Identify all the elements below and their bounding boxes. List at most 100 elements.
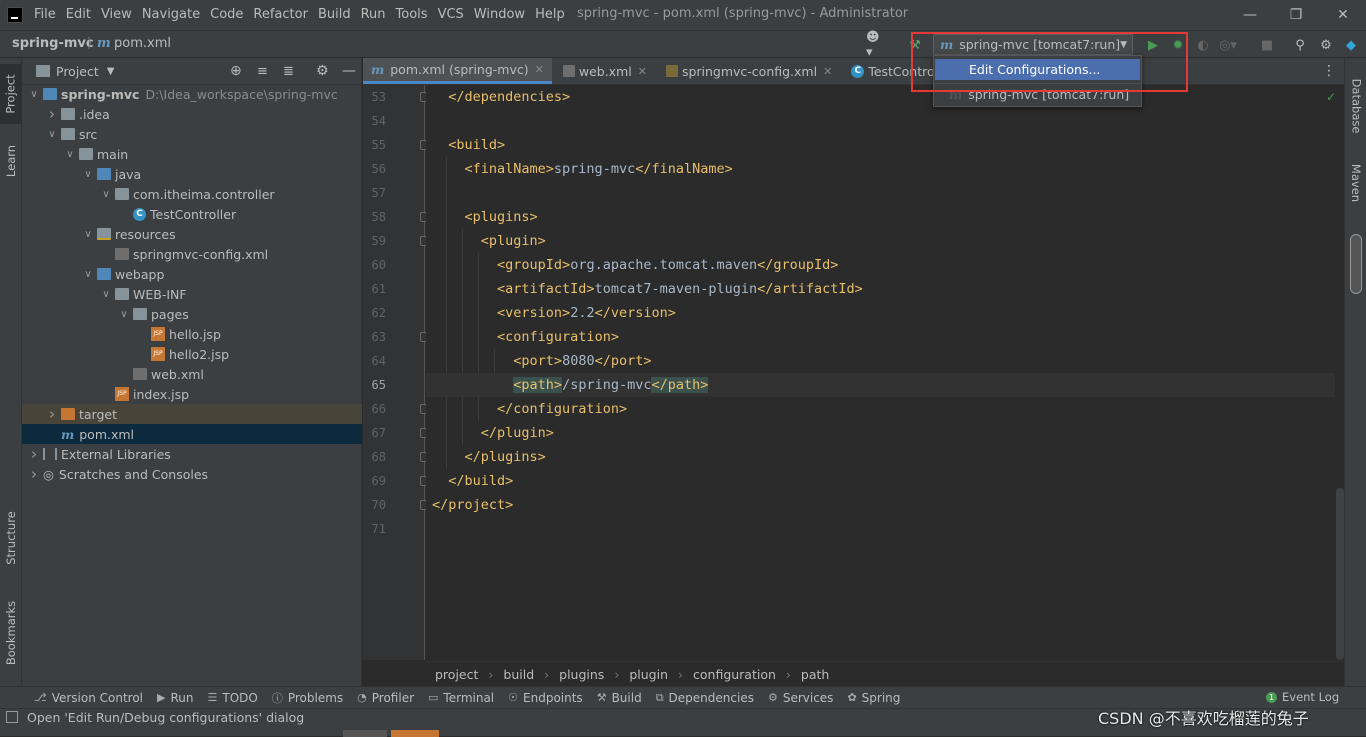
jetbrains-toolbox-icon[interactable]: ◆ bbox=[1341, 35, 1361, 55]
tab-database[interactable]: Database bbox=[1345, 68, 1366, 143]
tree-scratches[interactable]: › ◎ Scratches and Consoles bbox=[22, 464, 362, 484]
breadcrumb-build[interactable]: build bbox=[503, 667, 534, 682]
tool-tab-endpoints[interactable]: ☉ Endpoints bbox=[508, 691, 583, 705]
chevron-down-icon[interactable]: ∨ bbox=[100, 289, 112, 300]
tree-external-libraries[interactable]: › External Libraries bbox=[22, 444, 362, 464]
chevron-down-icon[interactable]: ∨ bbox=[82, 269, 94, 280]
tree-hello2-jsp[interactable]: JSP hello2.jsp bbox=[22, 344, 362, 364]
tab-springmvc-config[interactable]: springmvc-config.xml ✕ bbox=[655, 58, 840, 84]
gear-icon[interactable]: ⚙ bbox=[1316, 35, 1336, 55]
tree-springmvc-config[interactable]: springmvc-config.xml bbox=[22, 244, 362, 264]
tree-pages[interactable]: ∨ pages bbox=[22, 304, 362, 324]
nav-file[interactable]: pom.xml bbox=[114, 31, 171, 57]
more-tabs-icon[interactable]: ⋮ bbox=[1314, 58, 1344, 84]
tool-tab-profiler[interactable]: ◔ Profiler bbox=[357, 691, 414, 705]
tab-project[interactable]: Project bbox=[0, 64, 22, 124]
tree-web-inf[interactable]: ∨ WEB-INF bbox=[22, 284, 362, 304]
chevron-right-icon[interactable]: › bbox=[28, 445, 40, 463]
nav-project[interactable]: spring-mvc bbox=[12, 31, 94, 57]
close-button[interactable]: ✕ bbox=[1320, 0, 1366, 30]
tool-tab-run[interactable]: ▶ Run bbox=[157, 691, 193, 705]
search-icon[interactable]: ⚲ bbox=[1290, 35, 1310, 55]
menu-build[interactable]: Build bbox=[313, 0, 356, 30]
breadcrumb-plugin[interactable]: plugin bbox=[629, 667, 668, 682]
tool-tab-todo[interactable]: ☰ TODO bbox=[208, 691, 258, 705]
tree-web-xml[interactable]: web.xml bbox=[22, 364, 362, 384]
editor-scrollbar[interactable] bbox=[1336, 488, 1344, 660]
tree-index-jsp[interactable]: JSP index.jsp bbox=[22, 384, 362, 404]
chevron-down-icon[interactable]: ∨ bbox=[82, 229, 94, 240]
tree-package[interactable]: ∨ com.itheima.controller bbox=[22, 184, 362, 204]
menu-help[interactable]: Help bbox=[530, 0, 570, 30]
user-icon[interactable]: ☻▾ bbox=[866, 30, 886, 60]
project-panel-title[interactable]: Project bbox=[56, 64, 99, 79]
chevron-down-icon[interactable]: ∨ bbox=[100, 189, 112, 200]
tree-target[interactable]: › target bbox=[22, 404, 362, 424]
tool-tab-dependencies[interactable]: ⧉ Dependencies bbox=[656, 691, 754, 705]
chevron-down-icon[interactable]: ∨ bbox=[46, 129, 58, 140]
tab-bookmarks[interactable]: Bookmarks bbox=[0, 590, 22, 675]
menu-window[interactable]: Window bbox=[469, 0, 530, 30]
chevron-right-icon[interactable]: › bbox=[46, 105, 58, 123]
menu-view[interactable]: View bbox=[96, 0, 137, 30]
chevron-right-icon[interactable]: › bbox=[28, 465, 40, 483]
menu-navigate[interactable]: Navigate bbox=[137, 0, 205, 30]
inspection-ok-icon[interactable]: ✓ bbox=[1326, 90, 1336, 104]
expand-all-icon[interactable]: ≡ bbox=[257, 64, 268, 79]
tree-main[interactable]: ∨ main bbox=[22, 144, 362, 164]
toggle-tool-windows-icon[interactable] bbox=[6, 711, 18, 723]
hide-panel-icon[interactable]: — bbox=[342, 63, 356, 79]
close-icon[interactable]: ✕ bbox=[823, 65, 832, 78]
tree-pom-xml[interactable]: m pom.xml bbox=[22, 424, 362, 444]
breadcrumb-configuration[interactable]: configuration bbox=[693, 667, 776, 682]
tree-idea[interactable]: › .idea bbox=[22, 104, 362, 124]
close-icon[interactable]: ✕ bbox=[638, 65, 647, 78]
profile-icon[interactable]: ◐ bbox=[1193, 35, 1213, 55]
tree-hello-jsp[interactable]: JSP hello.jsp bbox=[22, 324, 362, 344]
maximize-button[interactable]: ❐ bbox=[1273, 0, 1319, 30]
tree-testcontroller[interactable]: C TestController bbox=[22, 204, 362, 224]
code-editor[interactable]: </dependencies> <build> <finalName>sprin… bbox=[426, 85, 1335, 660]
chevron-down-icon[interactable]: ∨ bbox=[82, 169, 94, 180]
tree-root-spring-mvc[interactable]: ∨ spring-mvc D:\Idea_workspace\spring-mvc bbox=[22, 84, 362, 104]
tool-tab-terminal[interactable]: ▭ Terminal bbox=[428, 691, 494, 705]
tab-web-xml[interactable]: web.xml ✕ bbox=[552, 58, 655, 84]
event-log-button[interactable]: 1 Event Log bbox=[1266, 690, 1339, 704]
chevron-down-icon[interactable]: ∨ bbox=[28, 89, 40, 100]
tab-learn[interactable]: Learn bbox=[0, 136, 22, 186]
tree-webapp[interactable]: ∨ webapp bbox=[22, 264, 362, 284]
tool-tab-problems[interactable]: ⓘ Problems bbox=[272, 690, 343, 706]
tool-tab-build[interactable]: ⚒ Build bbox=[597, 691, 642, 705]
chevron-down-icon[interactable]: ∨ bbox=[118, 309, 130, 320]
tool-tab-version-control[interactable]: ⎇ Version Control bbox=[34, 691, 143, 705]
tab-structure[interactable]: Structure bbox=[0, 498, 22, 578]
tab-pom-xml[interactable]: m pom.xml (spring-mvc) ✕ bbox=[363, 58, 552, 84]
coverage-icon[interactable]: ◎▾ bbox=[1218, 35, 1238, 55]
menu-tools[interactable]: Tools bbox=[391, 0, 433, 30]
tab-maven[interactable]: Maven bbox=[1345, 153, 1366, 213]
scroll-indicator[interactable] bbox=[1350, 234, 1362, 294]
breadcrumb-project[interactable]: project bbox=[435, 667, 478, 682]
chevron-down-icon[interactable]: ▼ bbox=[107, 66, 115, 77]
tool-tab-spring[interactable]: ✿ Spring bbox=[847, 691, 900, 705]
menu-code[interactable]: Code bbox=[205, 0, 248, 30]
menu-run[interactable]: Run bbox=[356, 0, 391, 30]
gear-icon[interactable]: ⚙ bbox=[316, 63, 329, 79]
menu-vcs[interactable]: VCS bbox=[433, 0, 469, 30]
chevron-right-icon[interactable]: › bbox=[46, 405, 58, 423]
tool-tab-services[interactable]: ⚙ Services bbox=[768, 691, 833, 705]
collapse-all-icon[interactable]: ≣ bbox=[283, 64, 294, 79]
menu-file[interactable]: File bbox=[28, 0, 61, 30]
chevron-down-icon[interactable]: ∨ bbox=[64, 149, 76, 160]
menu-refactor[interactable]: Refactor bbox=[248, 0, 313, 30]
stop-icon[interactable]: ■ bbox=[1257, 35, 1277, 55]
close-icon[interactable]: ✕ bbox=[535, 63, 544, 76]
breadcrumb-plugins[interactable]: plugins bbox=[559, 667, 604, 682]
tree-src[interactable]: ∨ src bbox=[22, 124, 362, 144]
menu-edit[interactable]: Edit bbox=[61, 0, 96, 30]
locate-icon[interactable]: ⊕ bbox=[230, 63, 242, 79]
tree-java[interactable]: ∨ java bbox=[22, 164, 362, 184]
tree-resources[interactable]: ∨ resources bbox=[22, 224, 362, 244]
minimize-button[interactable]: — bbox=[1227, 0, 1273, 30]
breadcrumb-path[interactable]: path bbox=[801, 667, 829, 682]
